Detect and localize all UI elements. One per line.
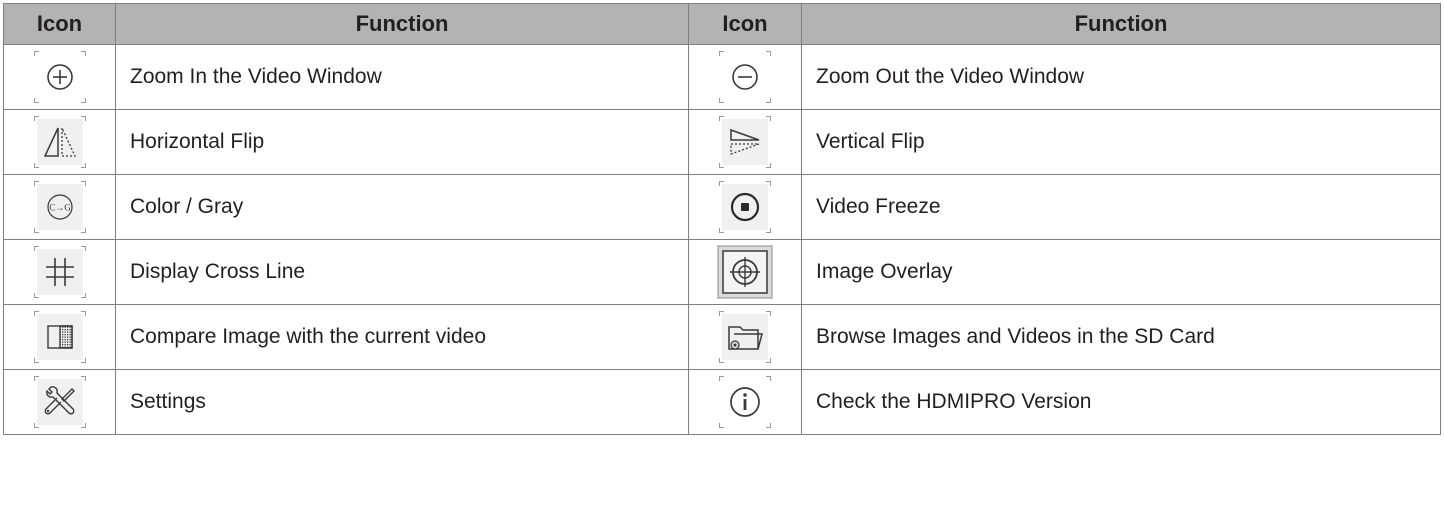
function-cell: Color / Gray bbox=[115, 174, 689, 240]
function-cell: Image Overlay bbox=[801, 239, 1441, 305]
function-cell: Settings bbox=[115, 369, 689, 435]
icon-cell bbox=[3, 369, 116, 435]
header-function-right: Function bbox=[801, 3, 1441, 45]
function-cell: Horizontal Flip bbox=[115, 109, 689, 175]
icon-cell bbox=[688, 239, 802, 305]
header-icon-right: Icon bbox=[688, 3, 802, 45]
icon-function-table: Icon Function Icon Function Zoom In the … bbox=[3, 3, 1441, 435]
image-overlay-icon bbox=[717, 245, 773, 299]
table-row: Display Cross Line Image Overlay bbox=[3, 239, 1441, 305]
icon-cell bbox=[3, 109, 116, 175]
icon-cell bbox=[688, 44, 802, 110]
table-row: Compare Image with the current video Bro… bbox=[3, 304, 1441, 370]
icon-cell bbox=[3, 304, 116, 370]
icon-cell: C→G bbox=[3, 174, 116, 240]
function-cell: Video Freeze bbox=[801, 174, 1441, 240]
icon-cell bbox=[3, 44, 116, 110]
info-icon bbox=[719, 376, 771, 428]
zoom-in-icon bbox=[33, 51, 86, 103]
header-icon-left: Icon bbox=[3, 3, 116, 45]
settings-tools-icon bbox=[33, 376, 86, 428]
header-function-left: Function bbox=[115, 3, 689, 45]
icon-cell bbox=[3, 239, 116, 305]
function-cell: Zoom In the Video Window bbox=[115, 44, 689, 110]
table-row: Horizontal Flip Vertical Flip bbox=[3, 109, 1441, 175]
vertical-flip-icon bbox=[719, 116, 771, 168]
function-cell: Browse Images and Videos in the SD Card bbox=[801, 304, 1441, 370]
icon-cell bbox=[688, 174, 802, 240]
table-row: C→G Color / Gray Video Freeze bbox=[3, 174, 1441, 240]
function-cell: Zoom Out the Video Window bbox=[801, 44, 1441, 110]
table-header-row: Icon Function Icon Function bbox=[3, 3, 1441, 45]
icon-cell bbox=[688, 369, 802, 435]
color-gray-icon-text: C→G bbox=[49, 203, 71, 213]
horizontal-flip-icon bbox=[33, 116, 86, 168]
browse-folder-icon bbox=[719, 311, 771, 363]
video-freeze-icon bbox=[719, 181, 771, 233]
table-row: Zoom In the Video Window Zoom Out the Vi… bbox=[3, 44, 1441, 110]
function-cell: Display Cross Line bbox=[115, 239, 689, 305]
compare-image-icon bbox=[33, 311, 86, 363]
color-gray-icon: C→G bbox=[33, 181, 86, 233]
zoom-out-icon bbox=[719, 51, 771, 103]
function-cell: Vertical Flip bbox=[801, 109, 1441, 175]
table-row: Settings Check the HDMIPRO Version bbox=[3, 369, 1441, 435]
icon-cell bbox=[688, 304, 802, 370]
icon-cell bbox=[688, 109, 802, 175]
function-cell: Compare Image with the current video bbox=[115, 304, 689, 370]
cross-line-icon bbox=[33, 246, 86, 298]
function-cell: Check the HDMIPRO Version bbox=[801, 369, 1441, 435]
